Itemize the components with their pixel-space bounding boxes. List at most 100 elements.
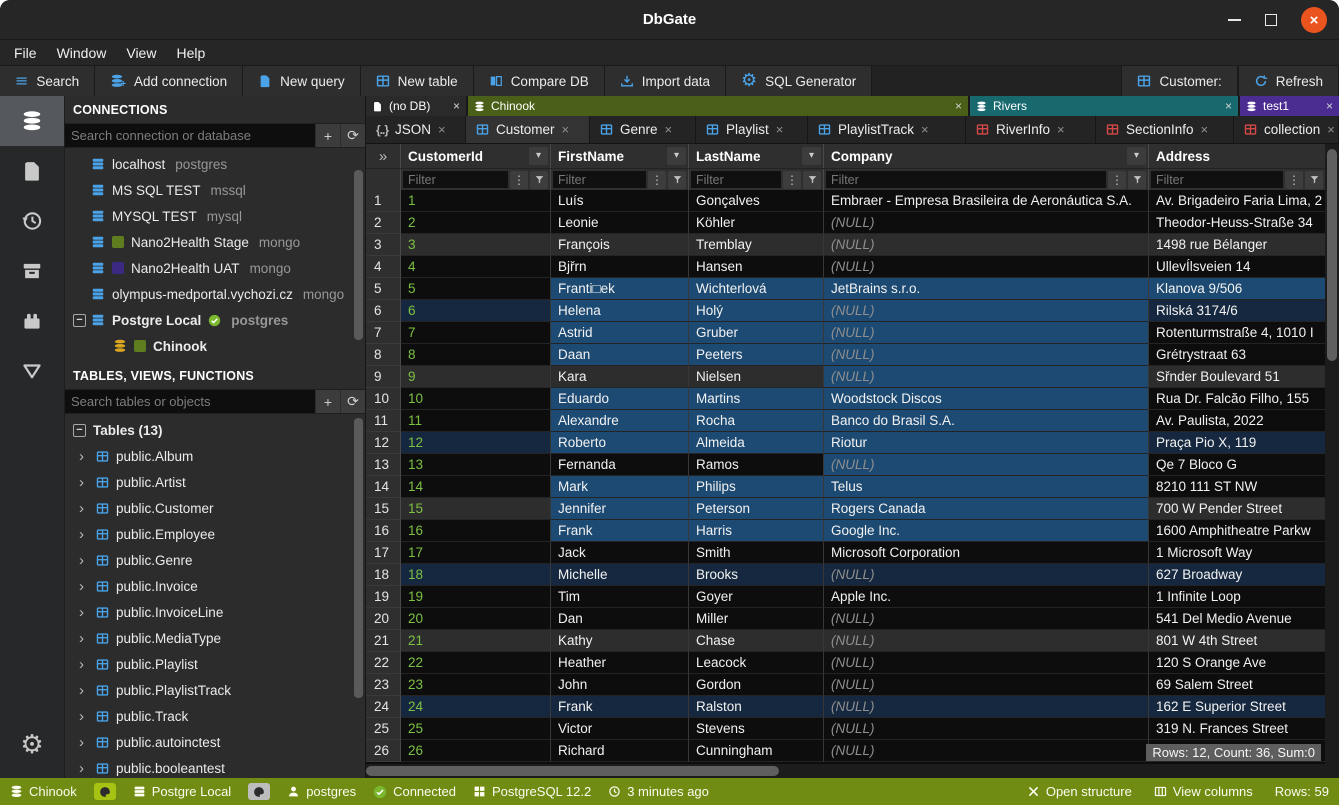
grid-cell-id[interactable]: 2 xyxy=(401,212,551,234)
grid-cell-first[interactable]: Luís xyxy=(551,190,689,212)
connection-item-chinook[interactable]: Chinook xyxy=(65,333,365,359)
rail-item-queries[interactable] xyxy=(0,146,64,196)
column-dropdown-button[interactable]: ▾ xyxy=(667,147,686,165)
grid-cell-id[interactable]: 10 xyxy=(401,388,551,410)
grid-cell-last[interactable]: Stevens xyxy=(689,718,824,740)
grid-cell-company[interactable]: (NULL) xyxy=(824,564,1149,586)
column-dropdown-button[interactable]: ▾ xyxy=(802,147,821,165)
tab-genre[interactable]: Genre× xyxy=(590,116,696,143)
tables-search-input[interactable] xyxy=(65,390,315,413)
grid-vertical-scrollbar[interactable] xyxy=(1325,144,1339,778)
grid-cell-company[interactable]: Apple Inc. xyxy=(824,586,1149,608)
grid-cell-last[interactable]: Gruber xyxy=(689,322,824,344)
grid-cell-address[interactable]: 801 W 4th Street xyxy=(1149,630,1325,652)
grid-cell-address[interactable]: 627 Broadway xyxy=(1149,564,1325,586)
status-rows-59[interactable]: Rows: 59 xyxy=(1275,784,1329,799)
grid-cell-company[interactable]: Microsoft Corporation xyxy=(824,542,1149,564)
close-tab-icon[interactable]: × xyxy=(921,122,929,137)
grid-cell-first[interactable]: Mark xyxy=(551,476,689,498)
grid-cell-id[interactable]: 17 xyxy=(401,542,551,564)
grid-cell-address[interactable]: Rotenturmstraße 4, 1010 I xyxy=(1149,322,1325,344)
collapse-toggle[interactable]: − xyxy=(73,424,86,437)
toolbar-button-add-connection[interactable]: +Add connection xyxy=(95,66,243,96)
filter-menu-button[interactable]: ⋮ xyxy=(510,171,528,189)
status-color-chip[interactable] xyxy=(248,783,270,800)
grid-cell-address[interactable]: 162 E Superior Street xyxy=(1149,696,1325,718)
grid-cell-first[interactable]: Kara xyxy=(551,366,689,388)
status-postgre-local[interactable]: Postgre Local xyxy=(133,783,232,800)
expand-chevron-icon[interactable]: › xyxy=(79,501,89,516)
grid-cell-last[interactable]: Leacock xyxy=(689,652,824,674)
grid-cell-first[interactable]: Richard xyxy=(551,740,689,762)
menu-item-window[interactable]: Window xyxy=(47,45,117,61)
close-tab-icon[interactable]: × xyxy=(776,122,784,137)
tab-customer[interactable]: Customer× xyxy=(466,116,590,143)
table-row[interactable]: 1818MichelleBrooks(NULL)627 Broadway xyxy=(366,564,1325,586)
table-item-public-playlist[interactable]: ›public.Playlist xyxy=(65,651,365,677)
grid-cell-company[interactable]: Banco do Brasil S.A. xyxy=(824,410,1149,432)
tables-group[interactable]: −Tables (13) xyxy=(65,417,365,443)
grid-cell-first[interactable]: Jack xyxy=(551,542,689,564)
table-row[interactable]: 1616FrankHarrisGoogle Inc.1600 Amphithea… xyxy=(366,520,1325,542)
table-item-public-autoinctest[interactable]: ›public.autoinctest xyxy=(65,729,365,755)
grid-cell-first[interactable]: John xyxy=(551,674,689,696)
status-connected[interactable]: Connected xyxy=(373,783,456,800)
grid-cell-id[interactable]: 11 xyxy=(401,410,551,432)
table-row[interactable]: 2525VictorStevens(NULL)319 N. Frances St… xyxy=(366,718,1325,740)
close-tab-icon[interactable]: × xyxy=(562,122,570,137)
grid-cell-company[interactable]: Embraer - Empresa Brasileira de Aeronáut… xyxy=(824,190,1149,212)
tab-riverinfo[interactable]: RiverInfo× xyxy=(966,116,1096,143)
tab-group-test1[interactable]: test1× xyxy=(1240,96,1339,116)
tab-sectioninfo[interactable]: SectionInfo× xyxy=(1096,116,1234,143)
status-chinook[interactable]: Chinook xyxy=(10,783,77,800)
table-row[interactable]: 44BjřrnHansen(NULL)UllevÍlsveien 14 xyxy=(366,256,1325,278)
grid-cell-id[interactable]: 1 xyxy=(401,190,551,212)
grid-cell-first[interactable]: Bjřrn xyxy=(551,256,689,278)
status-postgresql-12-2[interactable]: PostgreSQL 12.2 xyxy=(473,783,591,800)
table-item-public-booleantest[interactable]: ›public.booleantest xyxy=(65,755,365,778)
connection-item-nano2health-uat[interactable]: Nano2Health UATmongo xyxy=(65,255,365,281)
table-item-public-customer[interactable]: ›public.Customer xyxy=(65,495,365,521)
table-row[interactable]: 1717JackSmithMicrosoft Corporation1 Micr… xyxy=(366,542,1325,564)
grid-cell-last[interactable]: Gonçalves xyxy=(689,190,824,212)
grid-cell-company[interactable]: (NULL) xyxy=(824,366,1149,388)
table-row[interactable]: 55Franti□ekWichterlováJetBrains s.r.o.Kl… xyxy=(366,278,1325,300)
table-row[interactable]: 1313FernandaRamos(NULL)Qe 7 Bloco G xyxy=(366,454,1325,476)
grid-cell-company[interactable]: (NULL) xyxy=(824,608,1149,630)
grid-cell-company[interactable]: (NULL) xyxy=(824,652,1149,674)
filter-menu-button[interactable]: ⋮ xyxy=(783,171,801,189)
filter-menu-button[interactable]: ⋮ xyxy=(1285,171,1303,189)
grid-cell-last[interactable]: Peeters xyxy=(689,344,824,366)
grid-cell-last[interactable]: Peterson xyxy=(689,498,824,520)
grid-cell-first[interactable]: Franti□ek xyxy=(551,278,689,300)
grid-cell-last[interactable]: Hansen xyxy=(689,256,824,278)
filter-funnel-button[interactable] xyxy=(1128,171,1146,189)
expand-chevron-icon[interactable]: › xyxy=(79,553,89,568)
menu-item-file[interactable]: File xyxy=(4,45,47,61)
status-chip[interactable] xyxy=(248,783,270,800)
grid-cell-first[interactable]: Victor xyxy=(551,718,689,740)
grid-cell-address[interactable]: 541 Del Medio Avenue xyxy=(1149,608,1325,630)
grid-cell-address[interactable]: 1600 Amphitheatre Parkw xyxy=(1149,520,1325,542)
add-table-small-button[interactable]: + xyxy=(315,390,340,413)
grid-cell-first[interactable]: Daan xyxy=(551,344,689,366)
connection-item-postgre-local[interactable]: −Postgre Localpostgres xyxy=(65,307,365,333)
connections-search-input[interactable] xyxy=(65,124,315,147)
table-item-public-invoice[interactable]: ›public.Invoice xyxy=(65,573,365,599)
grid-cell-last[interactable]: Harris xyxy=(689,520,824,542)
grid-cell-address[interactable]: Rilská 3174/6 xyxy=(1149,300,1325,322)
table-row[interactable]: 22LeonieKöhler(NULL)Theodor-Heuss-Straße… xyxy=(366,212,1325,234)
grid-cell-first[interactable]: Roberto xyxy=(551,432,689,454)
grid-cell-address[interactable]: 1 Microsoft Way xyxy=(1149,542,1325,564)
rail-item-single-database[interactable] xyxy=(0,346,64,396)
table-item-public-mediatype[interactable]: ›public.MediaType xyxy=(65,625,365,651)
filter-input-firstname[interactable] xyxy=(553,171,646,188)
collapse-toggle[interactable]: − xyxy=(73,314,86,327)
grid-cell-last[interactable]: Smith xyxy=(689,542,824,564)
grid-cell-address[interactable]: Klanova 9/506 xyxy=(1149,278,1325,300)
grid-cell-first[interactable]: Jennifer xyxy=(551,498,689,520)
table-item-public-employee[interactable]: ›public.Employee xyxy=(65,521,365,547)
expand-chevron-icon[interactable]: › xyxy=(79,709,89,724)
column-dropdown-button[interactable]: ▾ xyxy=(529,147,548,165)
grid-cell-last[interactable]: Wichterlová xyxy=(689,278,824,300)
